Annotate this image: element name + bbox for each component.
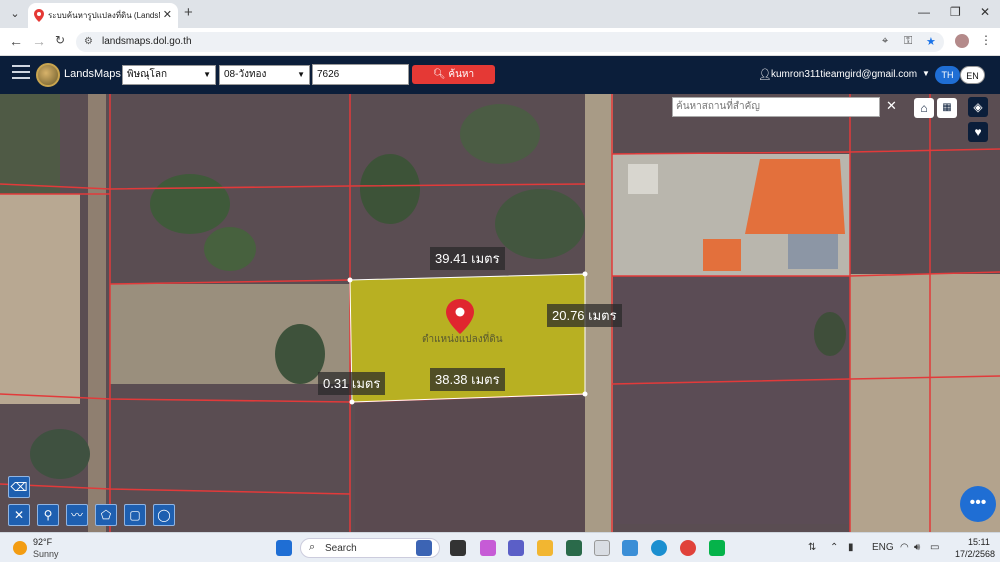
omnibox[interactable]: ⚙ landsmaps.dol.go.th ⌖ ⚿ ★ [76, 32, 944, 52]
site-info-icon[interactable]: ⚙ [84, 36, 93, 47]
windows-start-icon[interactable] [276, 540, 292, 556]
more-options-button[interactable]: ••• [960, 486, 996, 522]
brand-name: LandsMaps [64, 68, 121, 80]
close-window-icon[interactable]: ✕ [980, 5, 990, 19]
chat-icon[interactable] [622, 540, 638, 556]
search-button[interactable]: 🔍︎ ค้นหา [412, 65, 495, 84]
user-icon: 👤︎ [758, 69, 772, 81]
copilot-icon[interactable] [480, 540, 496, 556]
dimension-top-label: 39.41 เมตร [430, 247, 505, 270]
teams-icon[interactable] [508, 540, 524, 556]
grid-toggle-icon[interactable]: ▦ [937, 98, 957, 118]
favorite-heart-icon[interactable]: ♥ [968, 122, 988, 142]
back-icon[interactable]: ← [9, 33, 23, 49]
task-view-icon[interactable] [450, 540, 466, 556]
store-icon[interactable] [566, 540, 582, 556]
weather-condition[interactable]: Sunny [33, 549, 59, 559]
point-tool-icon[interactable]: ⚲ [37, 504, 59, 526]
windows-taskbar: 92°F Sunny ⌕ Search ⇅ ⌃ ▮ ENG ◠ 🔊︎ ▭ 15:… [0, 532, 1000, 562]
map-pin-favicon-icon [34, 9, 44, 22]
parcel-number-input[interactable]: 7626 [312, 64, 409, 85]
chevron-down-icon: ▼ [203, 70, 211, 79]
dol-logo [36, 63, 60, 87]
tab-title: ระบบค้นหารูปแปลงที่ดิน (LandsMaps) [48, 11, 160, 20]
minimize-icon[interactable]: — [918, 5, 930, 19]
home-icon[interactable]: ⌂ [914, 98, 934, 118]
dimension-left-label: 0.31 เมตร [318, 372, 386, 395]
lang-th-button[interactable]: TH [935, 66, 960, 84]
map-view[interactable]: ตำแหน่งแปลงที่ดิน 39.41 เมตร 20.76 เมตร … [0, 94, 1000, 532]
forward-icon[interactable]: → [32, 33, 46, 49]
url-text: landsmaps.dol.go.th [102, 36, 192, 47]
browser-tab[interactable]: ระบบค้นหารูปแปลงที่ดิน (LandsMaps) ✕ [28, 3, 178, 28]
sun-icon[interactable] [13, 541, 27, 555]
eraser-tool-icon[interactable]: ⌫ [8, 476, 30, 498]
profile-avatar[interactable] [955, 34, 969, 48]
location-off-icon[interactable]: ⌖ [882, 35, 888, 48]
marker-label: ตำแหน่งแปลงที่ดิน [422, 334, 503, 345]
clock-time[interactable]: 15:11 [968, 537, 990, 547]
dimension-bottom-label: 38.38 เมตร [430, 368, 505, 391]
line-app-icon[interactable] [709, 540, 725, 556]
district-select[interactable]: 08-วังทอง ▼ [219, 65, 310, 85]
province-value: พิษณุโลก [127, 69, 168, 80]
temperature[interactable]: 92°F [33, 537, 52, 547]
search-button-label: ค้นหา [448, 69, 475, 80]
layers-icon[interactable]: ◈ [968, 97, 988, 117]
wifi-icon[interactable]: ◠ [900, 542, 909, 553]
search-icon: ⌕ [309, 541, 316, 553]
volume-icon[interactable]: 🔊︎ [914, 542, 920, 553]
clock-date[interactable]: 17/2/2568 [955, 549, 995, 559]
hamburger-menu-icon[interactable] [12, 65, 30, 79]
input-language[interactable]: ENG [872, 542, 894, 553]
search-icon: 🔍︎ [432, 69, 446, 80]
lang-en-button[interactable]: EN [960, 66, 985, 84]
user-email[interactable]: kumron311tieamgird@gmail.com [771, 69, 917, 80]
tray-arrows-icon[interactable]: ⇅ [808, 542, 816, 553]
clear-search-icon[interactable]: ✕ [886, 98, 897, 114]
address-bar: ← → ↻ ⚙ landsmaps.dol.go.th ⌖ ⚿ ★ ⋮ [0, 28, 1000, 56]
tab-close-icon[interactable]: ✕ [163, 8, 172, 21]
password-key-icon[interactable]: ⚿ [904, 35, 912, 48]
chrome-icon[interactable] [680, 540, 696, 556]
chevron-down-icon[interactable]: ▼ [922, 69, 930, 78]
app-header: LandsMaps พิษณุโลก ▼ 08-วังทอง ▼ 7626 🔍︎… [0, 56, 1000, 94]
battery-icon[interactable]: ▭ [930, 542, 939, 553]
circle-tool-icon[interactable]: ◯ [153, 504, 175, 526]
rectangle-tool-icon[interactable]: ▢ [124, 504, 146, 526]
line-tool-icon[interactable]: 〰 [66, 504, 88, 526]
browser-tab-strip: ⌄ ระบบค้นหารูปแปลงที่ดิน (LandsMaps) ✕ +… [0, 0, 1000, 28]
reload-icon[interactable]: ↻ [55, 33, 65, 47]
tray-app-icon[interactable]: ▮ [848, 542, 854, 553]
flag-icon[interactable] [416, 540, 432, 556]
file-explorer-icon[interactable] [537, 540, 553, 556]
satellite-imagery [0, 94, 1000, 532]
mail-icon[interactable] [594, 540, 610, 556]
new-tab-icon[interactable]: + [184, 4, 193, 21]
taskbar-search-label: Search [325, 543, 357, 554]
chevron-down-icon: ▼ [297, 70, 305, 79]
edge-icon[interactable] [651, 540, 667, 556]
tab-search-menu-icon[interactable]: ⌄ [6, 5, 24, 23]
browser-menu-icon[interactable]: ⋮ [980, 33, 992, 47]
measure-tool-icon[interactable]: ✕ [8, 504, 30, 526]
province-select[interactable]: พิษณุโลก ▼ [122, 65, 216, 85]
tray-expand-icon[interactable]: ⌃ [830, 542, 838, 553]
district-value: 08-วังทอง [224, 69, 267, 80]
restore-icon[interactable]: ❐ [950, 5, 961, 19]
dimension-right-label: 20.76 เมตร [547, 304, 622, 327]
polygon-tool-icon[interactable]: ⬠ [95, 504, 117, 526]
place-search-input[interactable]: ค้นหาสถานที่สำคัญ [672, 97, 880, 117]
bookmark-star-icon[interactable]: ★ [926, 35, 936, 48]
